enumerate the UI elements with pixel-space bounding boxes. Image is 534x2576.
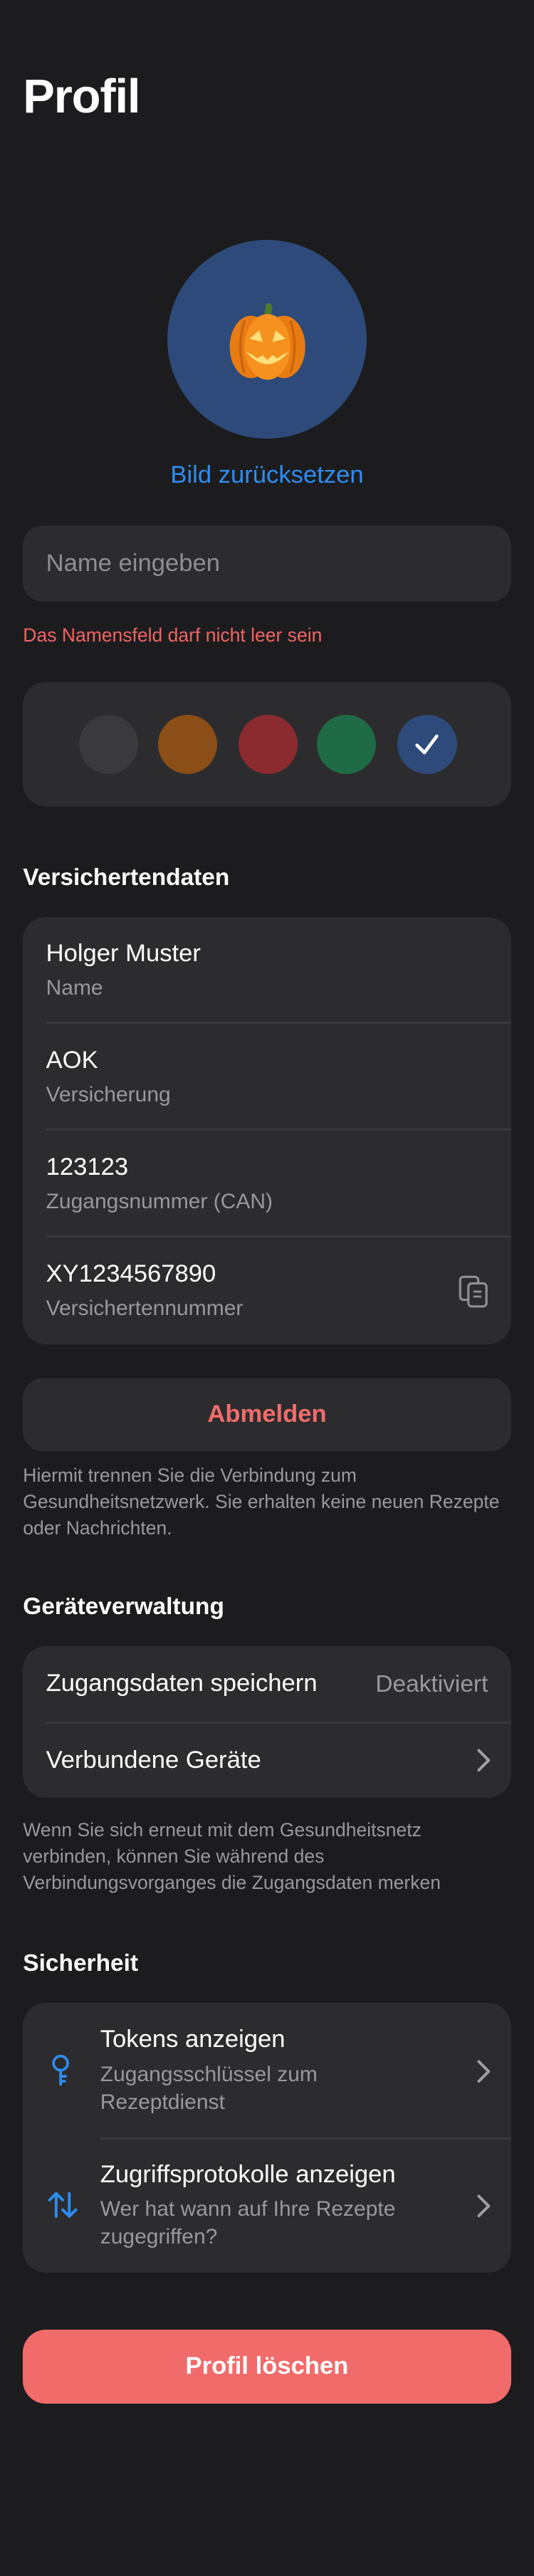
insurance-row-value: AOK bbox=[46, 1046, 98, 1074]
delete-profile-button[interactable]: Profil löschen bbox=[23, 2330, 511, 2404]
avatar[interactable] bbox=[167, 239, 367, 439]
logout-note-line: Gesundheitsnetzwerk. Sie erhalten keine … bbox=[23, 1490, 500, 1512]
reset-picture-link[interactable]: Bild zurücksetzen bbox=[0, 461, 534, 489]
logout-note-line: oder Nachrichten. bbox=[23, 1517, 172, 1539]
devices-note-line: Wenn Sie sich erneut mit dem Gesundheits… bbox=[23, 1819, 422, 1841]
access-logs-subtitle: Wer hat wann auf Ihre Rezepte zugegriffe… bbox=[100, 2195, 396, 2251]
security-card: Tokens anzeigen Zugangsschlüssel zum Rez… bbox=[23, 2003, 511, 2273]
insurance-row-name[interactable]: Holger Muster Name bbox=[23, 917, 511, 1024]
insurance-card: Holger Muster Name AOK Versicherung 1231… bbox=[23, 916, 511, 1344]
connected-devices-label: Verbundene Geräte bbox=[46, 1747, 261, 1774]
show-tokens-row[interactable]: Tokens anzeigen Zugangsschlüssel zum Rez… bbox=[23, 2003, 511, 2137]
security-section-header: Sicherheit bbox=[23, 1950, 139, 1977]
color-swatch-gray[interactable] bbox=[78, 714, 138, 774]
insurance-row-label: Name bbox=[46, 976, 103, 1000]
insurance-row-value: 123123 bbox=[46, 1153, 129, 1180]
logout-button[interactable]: Abmelden bbox=[23, 1378, 511, 1451]
show-tokens-subtitle: Zugangsschlüssel zum Rezeptdienst bbox=[100, 2061, 318, 2116]
pumpkin-icon bbox=[230, 303, 306, 380]
devices-card: Zugangsdaten speichern Deaktiviert Verbu… bbox=[23, 1646, 511, 1798]
devices-note-line: Verbindungsvorganges die Zugangsdaten me… bbox=[23, 1872, 441, 1894]
access-logs-subtitle-line: zugegriffen? bbox=[100, 2225, 218, 2249]
devices-note: Wenn Sie sich erneut mit dem Gesundheits… bbox=[23, 1817, 515, 1896]
show-tokens-subtitle-line: Rezeptdienst bbox=[100, 2090, 225, 2115]
devices-section-header: Geräteverwaltung bbox=[23, 1593, 224, 1621]
show-tokens-subtitle-line: Zugangsschlüssel zum bbox=[100, 2062, 318, 2086]
insurance-row-value: Holger Muster bbox=[46, 939, 201, 967]
checkmark-icon bbox=[415, 734, 439, 755]
devices-note-line: verbinden, können Sie während des bbox=[23, 1845, 325, 1868]
show-tokens-title: Tokens anzeigen bbox=[100, 2026, 286, 2053]
color-picker bbox=[23, 681, 511, 807]
access-logs-row[interactable]: Zugriffsprotokolle anzeigen Wer hat wann… bbox=[23, 2137, 511, 2272]
chevron-right-icon bbox=[477, 1749, 491, 1772]
save-credentials-value: Deaktiviert bbox=[375, 1670, 488, 1697]
chevron-right-icon bbox=[477, 2194, 491, 2217]
color-swatch-orange[interactable] bbox=[157, 714, 217, 774]
logout-note: Hiermit trennen Sie die Verbindung zum G… bbox=[23, 1462, 515, 1541]
color-swatch-green[interactable] bbox=[317, 714, 377, 774]
insurance-row-insurer[interactable]: AOK Versicherung bbox=[23, 1024, 511, 1131]
color-swatch-red[interactable] bbox=[238, 714, 298, 774]
page-title: Profil bbox=[23, 69, 140, 123]
arrows-up-down-icon bbox=[48, 2192, 78, 2219]
chevron-right-icon bbox=[477, 2060, 491, 2083]
insurance-row-value: XY1234567890 bbox=[46, 1260, 216, 1287]
access-logs-title: Zugriffsprotokolle anzeigen bbox=[100, 2160, 396, 2188]
insurance-row-insurance-number[interactable]: XY1234567890 Versichertennummer bbox=[23, 1237, 511, 1344]
key-icon bbox=[52, 2054, 70, 2086]
name-input[interactable] bbox=[23, 525, 511, 602]
save-credentials-row[interactable]: Zugangsdaten speichern Deaktiviert bbox=[23, 1646, 511, 1722]
copy-icon[interactable] bbox=[459, 1275, 488, 1308]
access-logs-subtitle-line: Wer hat wann auf Ihre Rezepte bbox=[100, 2197, 396, 2221]
color-swatch-blue[interactable] bbox=[397, 714, 457, 774]
profile-screen: Profil Bild zurücksetzen Das Namensfeld … bbox=[0, 0, 534, 2576]
insurance-row-label: Zugangsnummer (CAN) bbox=[46, 1190, 273, 1214]
save-credentials-label: Zugangsdaten speichern bbox=[46, 1669, 318, 1697]
connected-devices-row[interactable]: Verbundene Geräte bbox=[23, 1722, 511, 1797]
insurance-section-header: Versichertendaten bbox=[23, 864, 230, 891]
insurance-row-label: Versicherung bbox=[46, 1083, 171, 1107]
insurance-row-label: Versichertennummer bbox=[46, 1297, 244, 1321]
logout-note-line: Hiermit trennen Sie die Verbindung zum bbox=[23, 1464, 357, 1486]
insurance-row-can[interactable]: 123123 Zugangsnummer (CAN) bbox=[23, 1131, 511, 1237]
name-error-message: Das Namensfeld darf nicht leer sein bbox=[23, 624, 323, 646]
